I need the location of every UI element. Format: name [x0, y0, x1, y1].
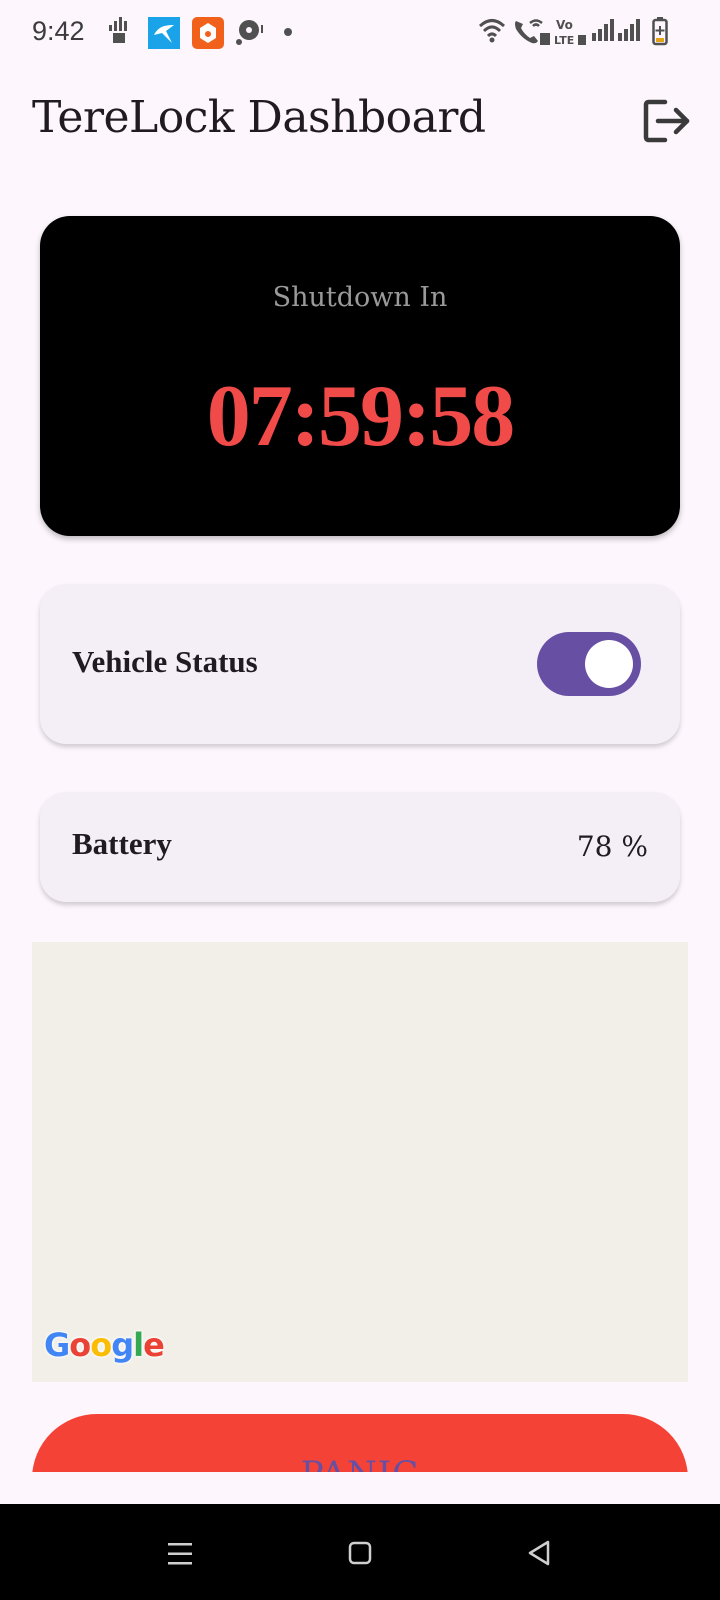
music-app-icon [192, 17, 224, 49]
volte-icon: Vo LTE [554, 18, 586, 47]
panic-button-viewport: PANIC [32, 1414, 688, 1472]
system-nav-bar [0, 1504, 720, 1600]
panic-button[interactable]: PANIC [32, 1414, 688, 1472]
toggle-thumb [585, 640, 633, 688]
wifi-icon [478, 19, 506, 43]
home-icon[interactable] [340, 1534, 380, 1574]
signal-bars-icon [618, 19, 640, 41]
vehicle-status-card: Vehicle Status [40, 584, 680, 744]
google-logo: Google [44, 1326, 165, 1364]
battery-charging-icon [652, 17, 668, 46]
svg-text:Vo: Vo [556, 18, 573, 32]
countdown-label: Shutdown In [272, 282, 448, 313]
status-time: 9:42 [32, 16, 85, 46]
sim-signal-icon [109, 17, 127, 43]
countdown-card: Shutdown In 07:59:58 [40, 216, 680, 536]
logout-button[interactable] [643, 96, 693, 146]
messenger-app-icon [148, 17, 180, 49]
svg-text:LTE: LTE [554, 34, 574, 47]
wifi-calling-icon [515, 19, 550, 45]
status-bar: 9:42 Vo LTE [0, 0, 720, 66]
dot-icon [284, 28, 292, 36]
back-icon[interactable] [520, 1534, 560, 1574]
sync-icon [236, 20, 263, 45]
vehicle-status-label: Vehicle Status [72, 644, 258, 679]
map-view[interactable]: Google [32, 942, 688, 1382]
recent-apps-icon[interactable] [160, 1534, 200, 1574]
logout-icon [643, 99, 690, 143]
battery-card: Battery 78 % [40, 792, 680, 902]
page-title: TereLock Dashboard [32, 92, 486, 143]
vehicle-status-toggle[interactable] [537, 632, 641, 696]
panic-button-label: PANIC [32, 1454, 688, 1472]
signal-bars-icon [592, 19, 614, 41]
battery-label: Battery [72, 826, 172, 861]
countdown-timer: 07:59:58 [206, 368, 516, 465]
battery-value: 78 % [576, 830, 648, 863]
